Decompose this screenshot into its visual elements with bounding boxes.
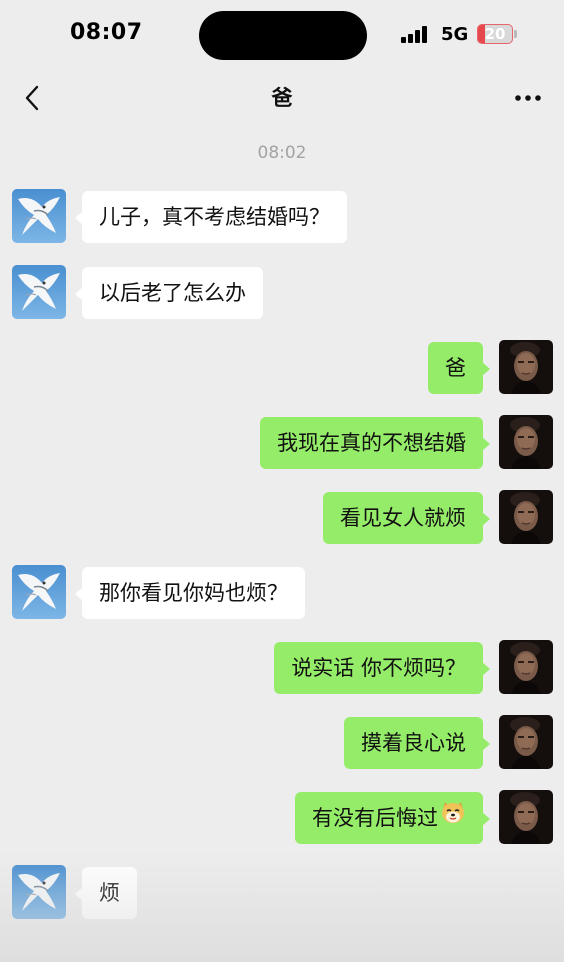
sent-message: 爸 <box>0 340 564 396</box>
my-avatar[interactable] <box>499 340 553 394</box>
my-avatar[interactable] <box>499 640 553 694</box>
message-bubble[interactable]: 看见女人就烦 <box>323 492 490 544</box>
message-bubble[interactable]: 那你看见你妈也烦？ <box>75 567 305 619</box>
message-bubble[interactable]: 说实话 你不烦吗？ <box>274 642 490 694</box>
more-dots-icon <box>515 95 541 101</box>
my-avatar[interactable] <box>499 715 553 769</box>
sent-message: 看见女人就烦 <box>0 490 564 546</box>
message-text: 以后老了怎么办 <box>99 281 246 305</box>
battery-percent: 20 <box>484 25 506 43</box>
message-text: 说实话 你不烦吗？ <box>291 656 466 680</box>
message-text: 那你看见你妈也烦？ <box>99 581 288 605</box>
battery-cap <box>514 30 517 38</box>
more-button[interactable] <box>508 82 548 114</box>
doge-emoji-icon <box>440 791 466 843</box>
sent-message: 摸着良心说 <box>0 715 564 771</box>
contact-avatar[interactable] <box>12 565 66 619</box>
message-text: 有没有后悔过 <box>312 806 438 830</box>
signal-icon <box>401 26 433 43</box>
message-bubble[interactable]: 以后老了怎么办 <box>75 267 263 319</box>
dynamic-island <box>199 11 367 60</box>
network-label: 5G <box>441 24 469 45</box>
received-message: 那你看见你妈也烦？ <box>0 565 564 621</box>
contact-avatar[interactable] <box>12 189 66 243</box>
sent-message: 说实话 你不烦吗？ <box>0 640 564 696</box>
my-avatar[interactable] <box>499 415 553 469</box>
message-bubble[interactable]: 我现在真的不想结婚 <box>260 417 490 469</box>
message-bubble[interactable]: 爸 <box>428 342 490 394</box>
nav-bar: 爸 <box>0 70 564 126</box>
contact-avatar[interactable] <box>12 865 66 919</box>
sent-message: 有没有后悔过 <box>0 790 564 846</box>
message-text: 摸着良心说 <box>361 731 466 755</box>
message-bubble[interactable]: 摸着良心说 <box>344 717 490 769</box>
message-text: 看见女人就烦 <box>340 506 466 530</box>
received-message: 儿子，真不考虑结婚吗？ <box>0 189 564 245</box>
message-bubble[interactable]: 烦 <box>75 867 137 919</box>
received-message: 烦 <box>0 865 564 921</box>
message-bubble[interactable]: 有没有后悔过 <box>295 791 490 844</box>
chat-screen: 08:07 5G 20 爸 08:02 儿子，真不考虑结婚吗？ 以后老了怎么办 … <box>0 0 564 962</box>
battery-icon: 20 <box>477 24 513 44</box>
contact-avatar[interactable] <box>12 265 66 319</box>
message-text: 我现在真的不想结婚 <box>277 431 466 455</box>
sent-message: 我现在真的不想结婚 <box>0 415 564 471</box>
message-text: 烦 <box>99 881 120 905</box>
message-text: 爸 <box>445 356 466 380</box>
message-text: 儿子，真不考虑结婚吗？ <box>99 205 330 229</box>
message-bubble[interactable]: 儿子，真不考虑结婚吗？ <box>75 191 347 243</box>
status-bar: 08:07 5G 20 <box>0 0 564 70</box>
my-avatar[interactable] <box>499 490 553 544</box>
my-avatar[interactable] <box>499 790 553 844</box>
received-message: 以后老了怎么办 <box>0 265 564 321</box>
message-timestamp: 08:02 <box>257 143 307 163</box>
chat-title: 爸 <box>271 86 293 110</box>
status-time: 08:07 <box>70 20 143 45</box>
